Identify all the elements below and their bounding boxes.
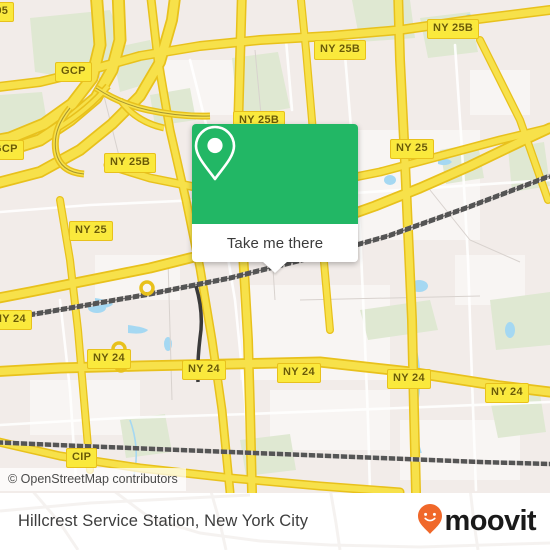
road-shield-gcp: GCP bbox=[55, 62, 92, 82]
road-shield-ny25-1: NY 25 bbox=[390, 139, 434, 159]
location-popup-card[interactable]: Take me there bbox=[192, 124, 358, 273]
road-shield-ny24-3: NY 24 bbox=[182, 360, 226, 380]
map-canvas[interactable]: I95 GCP GCP NY 25B NY 25B NY 25B NY 25B … bbox=[0, 0, 550, 493]
take-me-there-label: Take me there bbox=[226, 234, 324, 252]
take-me-there-button[interactable]: Take me there bbox=[192, 224, 358, 273]
road-shield-gcp-left: GCP bbox=[0, 140, 24, 160]
popup-image-area bbox=[192, 124, 358, 224]
road-shield-ny25-2: NY 25 bbox=[69, 221, 113, 241]
footer-bar: Hillcrest Service Station, New York City… bbox=[0, 493, 550, 550]
moovit-wordmark: moovit bbox=[444, 505, 537, 537]
map-screenshot: I95 GCP GCP NY 25B NY 25B NY 25B NY 25B … bbox=[0, 0, 550, 550]
osm-attribution[interactable]: © OpenStreetMap contributors bbox=[0, 468, 186, 491]
road-shield-ny25b-1: NY 25B bbox=[104, 153, 157, 173]
popup-tail bbox=[262, 261, 288, 273]
road-shield-ny24-4: NY 24 bbox=[277, 363, 321, 383]
road-shield-ny24-2: NY 24 bbox=[87, 349, 131, 369]
road-shield-ny24-6: NY 24 bbox=[485, 383, 529, 403]
road-shield-ny25b-4: NY 25B bbox=[427, 19, 480, 39]
road-shield-cip: CIP bbox=[66, 448, 98, 468]
page-title: Hillcrest Service Station, New York City bbox=[18, 512, 309, 530]
moovit-pin-icon bbox=[417, 503, 443, 540]
moovit-logo[interactable]: moovit bbox=[417, 503, 537, 540]
road-shield-ny25b-3: NY 25B bbox=[314, 40, 367, 60]
road-shield-ny24-5: NY 24 bbox=[387, 369, 431, 389]
road-shield-ny24-1: NY 24 bbox=[0, 310, 32, 330]
road-shield-i95: I95 bbox=[0, 2, 15, 22]
